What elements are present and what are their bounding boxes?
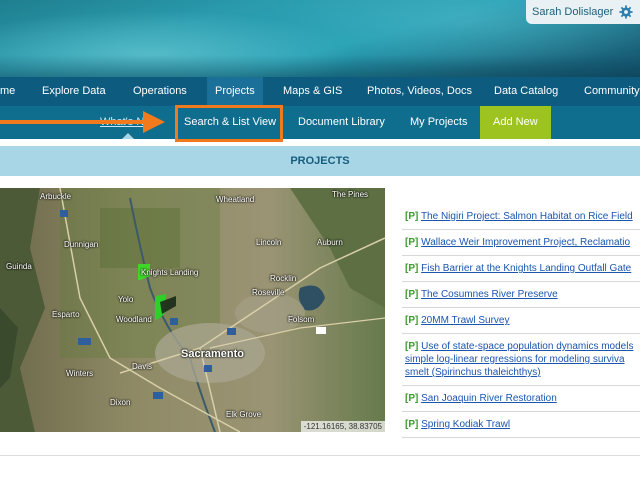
map-label: Esparto — [52, 310, 80, 319]
list-item[interactable]: [P] The Nigiri Project: Salmon Habitat o… — [402, 206, 640, 230]
map-label: Yolo — [118, 295, 134, 304]
list-item[interactable]: [P] Fish Barrier at the Knights Landing … — [402, 256, 640, 282]
annotation-arrow-line — [0, 120, 150, 124]
project-link[interactable]: San Joaquin River Restoration — [421, 393, 557, 404]
list-item[interactable]: [P] 20MM Trawl Survey — [402, 308, 640, 334]
project-link[interactable]: The Nigiri Project: Salmon Habitat on Ri… — [421, 211, 633, 222]
page: Sarah Dolislager me Explore Data Operati… — [0, 0, 640, 480]
nav-item-operations[interactable]: Operations — [133, 77, 187, 106]
list-item[interactable]: [P] Wallace Weir Improvement Project, Re… — [402, 230, 640, 256]
nav-item-projects[interactable]: Projects — [207, 77, 263, 106]
project-tag: [P] — [405, 211, 419, 222]
map-label: Wheatland — [216, 195, 255, 204]
nav-item-maps-gis[interactable]: Maps & GIS — [283, 77, 342, 106]
section-title: PROJECTS — [0, 146, 640, 176]
project-link[interactable]: Spring Kodiak Trawl — [421, 419, 510, 430]
list-item[interactable]: [P] Use of state-space population dynami… — [402, 334, 640, 386]
project-tag: [P] — [405, 237, 419, 248]
map-label: Auburn — [317, 238, 343, 247]
nav-item-photos-videos-docs[interactable]: Photos, Videos, Docs — [367, 77, 472, 106]
map-label-sacramento: Sacramento — [181, 348, 244, 360]
map-label: Knights Landing — [141, 268, 199, 277]
nav-item-explore-data[interactable]: Explore Data — [42, 77, 106, 106]
map-label: Guinda — [6, 262, 32, 271]
subnav-document-library[interactable]: Document Library — [298, 106, 385, 139]
map-label: Woodland — [116, 315, 152, 324]
nav-item-home[interactable]: me — [0, 77, 15, 106]
active-caret — [122, 133, 134, 139]
map-label: Folsom — [288, 315, 315, 324]
map-label: Dixon — [110, 398, 131, 407]
project-list: [P] The Nigiri Project: Salmon Habitat o… — [402, 206, 640, 438]
map-label: Dunnigan — [64, 240, 99, 249]
project-link[interactable]: 20MM Trawl Survey — [421, 315, 509, 326]
projects-map[interactable]: Arbuckle Wheatland The Pines Dunnigan Li… — [0, 188, 385, 432]
project-tag: [P] — [405, 289, 419, 300]
map-label: Winters — [66, 369, 94, 378]
map-coordinates: -121.16165, 38.83705 — [300, 421, 385, 432]
project-tag: [P] — [405, 315, 419, 326]
map-label: Roseville — [252, 288, 285, 297]
project-link[interactable]: Use of state-space population dynamics m… — [421, 341, 633, 352]
add-new-button[interactable]: Add New — [480, 106, 551, 139]
list-item[interactable]: [P] Spring Kodiak Trawl — [402, 412, 640, 438]
map-label: Davis — [132, 362, 153, 371]
project-link[interactable]: Wallace Weir Improvement Project, Reclam… — [421, 237, 630, 248]
nav-item-community[interactable]: Community — [584, 77, 640, 106]
nav-item-data-catalog[interactable]: Data Catalog — [494, 77, 558, 106]
project-link[interactable]: The Cosumnes River Preserve — [421, 289, 558, 300]
user-menu[interactable]: Sarah Dolislager — [526, 0, 640, 24]
main-nav: me Explore Data Operations Projects Maps… — [0, 77, 640, 106]
project-tag: [P] — [405, 393, 419, 404]
map-label: Elk Grove — [226, 410, 262, 419]
project-tag: [P] — [405, 263, 419, 274]
map-label: Lincoln — [256, 238, 282, 247]
list-item[interactable]: [P] The Cosumnes River Preserve — [402, 282, 640, 308]
project-link-line[interactable]: smelt (Spirinchus thaleichthys) — [405, 367, 541, 378]
project-tag: [P] — [405, 419, 419, 430]
project-tag: [P] — [405, 341, 419, 352]
map-label: Arbuckle — [40, 192, 72, 201]
annotation-arrow-head — [143, 111, 165, 133]
gear-icon[interactable] — [619, 5, 633, 19]
user-name[interactable]: Sarah Dolislager — [532, 6, 613, 18]
project-link-line[interactable]: simple log-linear regressions for modeli… — [405, 354, 625, 365]
project-link[interactable]: Fish Barrier at the Knights Landing Outf… — [421, 263, 631, 274]
divider — [0, 455, 640, 456]
map-label: The Pines — [332, 190, 369, 199]
list-item[interactable]: [P] San Joaquin River Restoration — [402, 386, 640, 412]
subnav-my-projects[interactable]: My Projects — [410, 106, 467, 139]
annotation-highlight-box — [175, 105, 283, 142]
map-label: Rocklin — [270, 274, 297, 283]
